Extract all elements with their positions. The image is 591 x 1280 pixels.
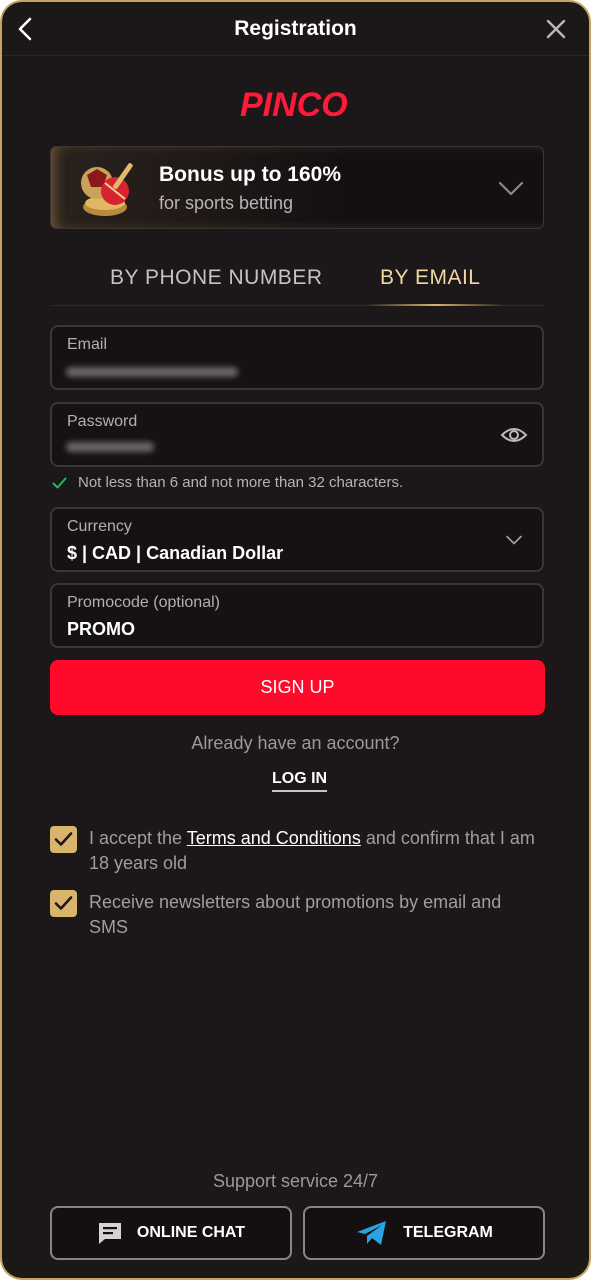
chevron-down-icon[interactable] <box>497 179 525 197</box>
checkmark-icon <box>54 896 73 910</box>
password-hint-text: Not less than 6 and not more than 32 cha… <box>78 474 404 491</box>
password-value-masked <box>66 442 154 452</box>
newsletter-checkbox[interactable] <box>50 890 77 917</box>
tab-by-phone[interactable]: BY PHONE NUMBER <box>110 266 323 290</box>
telegram-button[interactable]: TELEGRAM <box>303 1206 545 1260</box>
sports-ball-icon <box>81 163 133 216</box>
online-chat-button[interactable]: ONLINE CHAT <box>50 1206 292 1260</box>
terms-prefix: I accept the <box>89 828 187 848</box>
chevron-down-icon <box>506 535 522 545</box>
pinco-logo: PINCO <box>240 86 356 128</box>
email-value-blurred <box>66 367 238 377</box>
promocode-label: Promocode (optional) <box>67 594 220 611</box>
terms-checkbox[interactable] <box>50 826 77 853</box>
check-icon <box>52 477 67 488</box>
header: Registration <box>2 2 589 56</box>
password-label: Password <box>67 413 138 430</box>
telegram-label: TELEGRAM <box>403 1224 493 1241</box>
sign-up-button[interactable]: SIGN UP <box>50 660 545 715</box>
support-service-text: Support service 24/7 <box>212 1171 379 1191</box>
bonus-banner[interactable]: Bonus up to 160% for sports betting <box>50 146 544 229</box>
checkmark-icon <box>54 832 73 846</box>
email-field[interactable]: Email <box>50 325 544 390</box>
registration-panel: Registration PINCO Bonus up to 160% for … <box>0 0 591 1280</box>
password-field[interactable]: Password <box>50 402 544 467</box>
currency-select[interactable]: Currency $ | CAD | Canadian Dollar <box>50 507 544 572</box>
chat-bubble-icon <box>98 1223 121 1244</box>
telegram-icon <box>357 1221 387 1245</box>
newsletter-consent-row: Receive newsletters about promotions by … <box>50 890 545 942</box>
page-title: Registration <box>234 16 357 40</box>
terms-and-conditions-link[interactable]: Terms and Conditions <box>187 828 361 848</box>
already-have-account-text: Already have an account? <box>191 733 400 753</box>
password-hint: Not less than 6 and not more than 32 cha… <box>52 474 403 491</box>
promocode-field[interactable]: Promocode (optional) PROMO <box>50 583 544 648</box>
promocode-value: PROMO <box>67 619 136 639</box>
registration-tabs: BY PHONE NUMBER BY EMAIL <box>50 254 544 306</box>
currency-label: Currency <box>67 518 132 535</box>
back-arrow-icon[interactable] <box>14 14 40 44</box>
tab-by-email[interactable]: BY EMAIL <box>380 266 481 290</box>
email-label: Email <box>67 336 108 353</box>
currency-value: $ | CAD | Canadian Dollar <box>67 543 284 563</box>
terms-consent-text: I accept the Terms and Conditions and co… <box>89 826 544 876</box>
online-chat-label: ONLINE CHAT <box>136 1224 246 1241</box>
newsletter-consent-text: Receive newsletters about promotions by … <box>89 892 502 937</box>
active-tab-indicator <box>365 304 505 306</box>
terms-consent-row: I accept the Terms and Conditions and co… <box>50 826 545 878</box>
show-password-icon[interactable] <box>500 424 528 446</box>
logo-text: PINCO <box>240 86 348 124</box>
bonus-title: Bonus up to 160% <box>159 163 342 186</box>
close-icon[interactable] <box>543 16 569 42</box>
bonus-subtitle: for sports betting <box>159 193 294 213</box>
log-in-link[interactable]: LOG IN <box>272 770 328 792</box>
